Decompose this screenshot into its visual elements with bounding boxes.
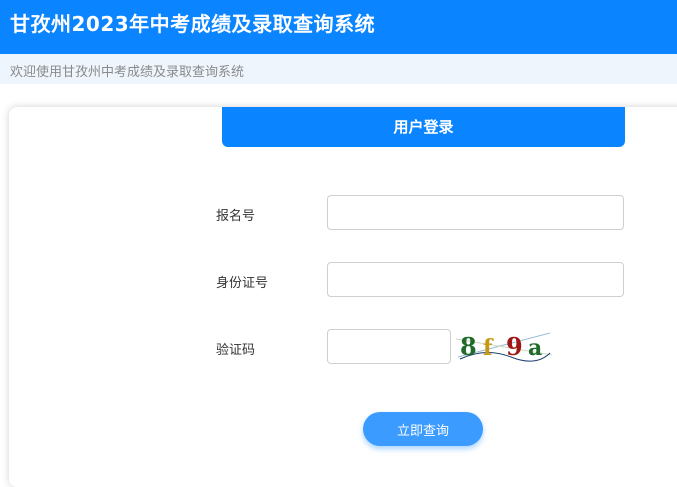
captcha-char: 8 bbox=[460, 332, 477, 361]
login-tab: 用户登录 bbox=[222, 107, 625, 147]
app-header: 甘孜州2023年中考成绩及录取查询系统 bbox=[0, 0, 677, 54]
welcome-bar: 欢迎使用甘孜州中考成绩及录取查询系统 bbox=[0, 54, 677, 84]
registration-number-label: 报名号 bbox=[216, 209, 256, 224]
captcha-input[interactable] bbox=[327, 329, 451, 364]
login-card bbox=[9, 107, 677, 487]
submit-query-button[interactable]: 立即查询 bbox=[363, 412, 483, 446]
captcha-char: a bbox=[528, 335, 542, 361]
captcha-image[interactable]: 8 f 9 a bbox=[456, 327, 552, 363]
app-title: 甘孜州2023年中考成绩及录取查询系统 bbox=[10, 12, 376, 36]
id-number-input[interactable] bbox=[327, 262, 624, 297]
welcome-text: 欢迎使用甘孜州中考成绩及录取查询系统 bbox=[10, 65, 245, 80]
captcha-label: 验证码 bbox=[216, 343, 256, 358]
captcha-char: f bbox=[483, 335, 494, 361]
captcha-char: 9 bbox=[506, 332, 523, 361]
id-number-label: 身份证号 bbox=[216, 276, 269, 291]
registration-number-input[interactable] bbox=[327, 195, 624, 230]
